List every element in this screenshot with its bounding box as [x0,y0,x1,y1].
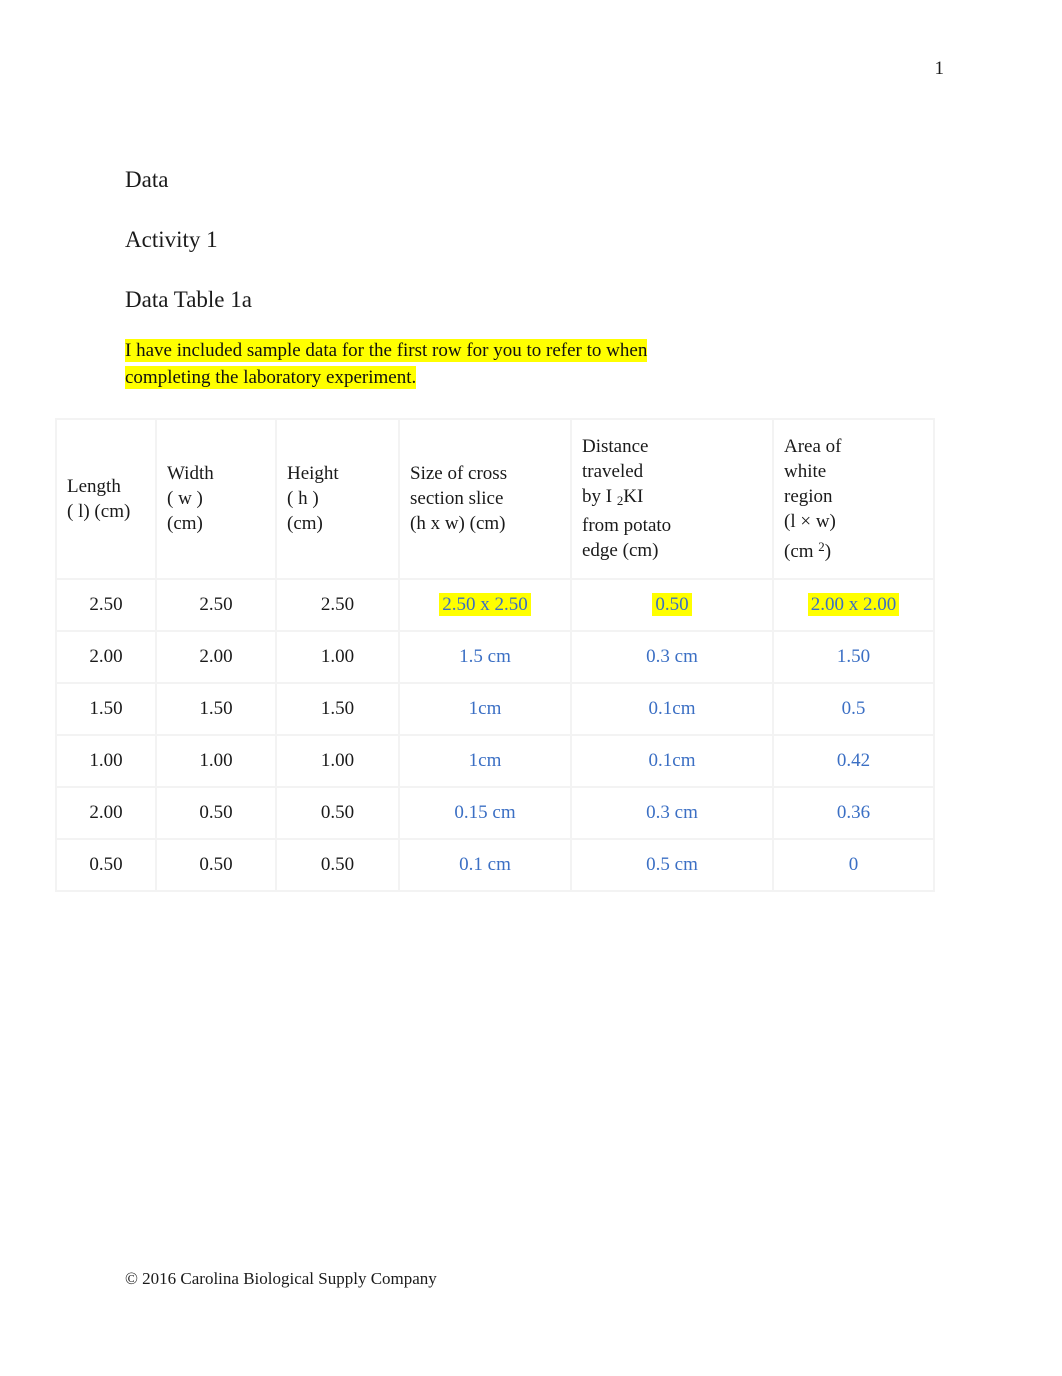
table-row: 0.50 0.50 0.50 0.1 cm 0.5 cm 0 [55,837,935,892]
column-header-white-region-area: Area of white region (l × w) (cm 2) [772,418,935,580]
cell-white_area[interactable]: 0.5 [772,681,935,736]
cell-height: 0.50 [275,837,400,892]
cell-width: 2.50 [155,577,277,632]
cell-height: 1.50 [275,681,400,736]
column-header-width: Width ( w ) (cm) [155,418,277,580]
cell-length: 2.00 [55,629,157,684]
table-row: 2.00 0.50 0.50 0.15 cm 0.3 cm 0.36 [55,785,935,840]
cell-length: 2.00 [55,785,157,840]
cell-white_area[interactable]: 2.00 x 2.00 [772,577,935,632]
instructor-note: I have included sample data for the firs… [125,337,865,391]
cell-distance[interactable]: 0.1cm [570,681,774,736]
subscript-two: 2 [616,493,624,509]
cell-cross_section[interactable]: 1cm [398,733,572,788]
cell-distance[interactable]: 0.3 cm [570,785,774,840]
cell-height: 1.00 [275,733,400,788]
highlight-mark: 0.50 [652,592,692,616]
cell-distance[interactable]: 0.3 cm [570,629,774,684]
cell-height: 1.00 [275,629,400,684]
instructor-note-line-2: completing the laboratory experiment. [125,366,417,389]
cell-cross_section[interactable]: 0.1 cm [398,837,572,892]
column-header-cross-section: Size of cross section slice (h x w) (cm) [398,418,572,580]
cell-length: 1.00 [55,733,157,788]
column-header-distance-traveled: Distance traveled by I 2KI from potato e… [570,418,774,580]
section-heading-table-title: Data Table 1a [125,287,252,312]
cell-length: 1.50 [55,681,157,736]
cell-cross_section[interactable]: 1cm [398,681,572,736]
column-header-length: Length ( l) (cm) [55,418,157,580]
highlight-mark: 2.50 x 2.50 [439,592,531,616]
data-table-1a: Length ( l) (cm) Width ( w ) (cm) Height… [55,418,935,892]
cell-distance[interactable]: 0.5 cm [570,837,774,892]
cell-width: 0.50 [155,837,277,892]
cell-white_area[interactable]: 0.42 [772,733,935,788]
cell-width: 1.00 [155,733,277,788]
document-content: Data Activity 1 Data Table 1a I have inc… [125,168,955,417]
cell-white_area[interactable]: 0 [772,837,935,892]
cell-cross_section[interactable]: 1.5 cm [398,629,572,684]
cell-length: 0.50 [55,837,157,892]
superscript-two: 2 [818,539,825,554]
table-row: 2.00 2.00 1.00 1.5 cm 0.3 cm 1.50 [55,629,935,684]
table-header-row: Length ( l) (cm) Width ( w ) (cm) Height… [55,418,935,580]
table-row: 2.50 2.50 2.50 2.50 x 2.50 0.50 2.00 x 2.00 [55,577,935,632]
data-table-1a-wrapper: Length ( l) (cm) Width ( w ) (cm) Height… [55,418,935,892]
cell-length: 2.50 [55,577,157,632]
instructor-note-line-1: I have included sample data for the firs… [125,339,648,362]
table-row: 1.50 1.50 1.50 1cm 0.1cm 0.5 [55,681,935,736]
table-row: 1.00 1.00 1.00 1cm 0.1cm 0.42 [55,733,935,788]
page-number: 1 [934,58,945,79]
section-heading-data: Data [125,167,169,192]
cell-height: 2.50 [275,577,400,632]
cell-width: 2.00 [155,629,277,684]
cell-white_area[interactable]: 0.36 [772,785,935,840]
cell-width: 1.50 [155,681,277,736]
section-heading-activity: Activity 1 [125,227,218,252]
column-header-height: Height ( h ) (cm) [275,418,400,580]
cell-cross_section[interactable]: 2.50 x 2.50 [398,577,572,632]
cell-cross_section[interactable]: 0.15 cm [398,785,572,840]
highlight-mark: 2.00 x 2.00 [807,592,900,616]
cell-height: 0.50 [275,785,400,840]
cell-distance[interactable]: 0.50 [570,577,774,632]
table-body: 2.50 2.50 2.50 2.50 x 2.50 0.50 2.00 x 2.00 2.… [55,577,935,892]
cell-distance[interactable]: 0.1cm [570,733,774,788]
copyright-footer: © 2016 Carolina Biological Supply Compan… [125,1269,437,1288]
cell-white_area[interactable]: 1.50 [772,629,935,684]
cell-width: 0.50 [155,785,277,840]
